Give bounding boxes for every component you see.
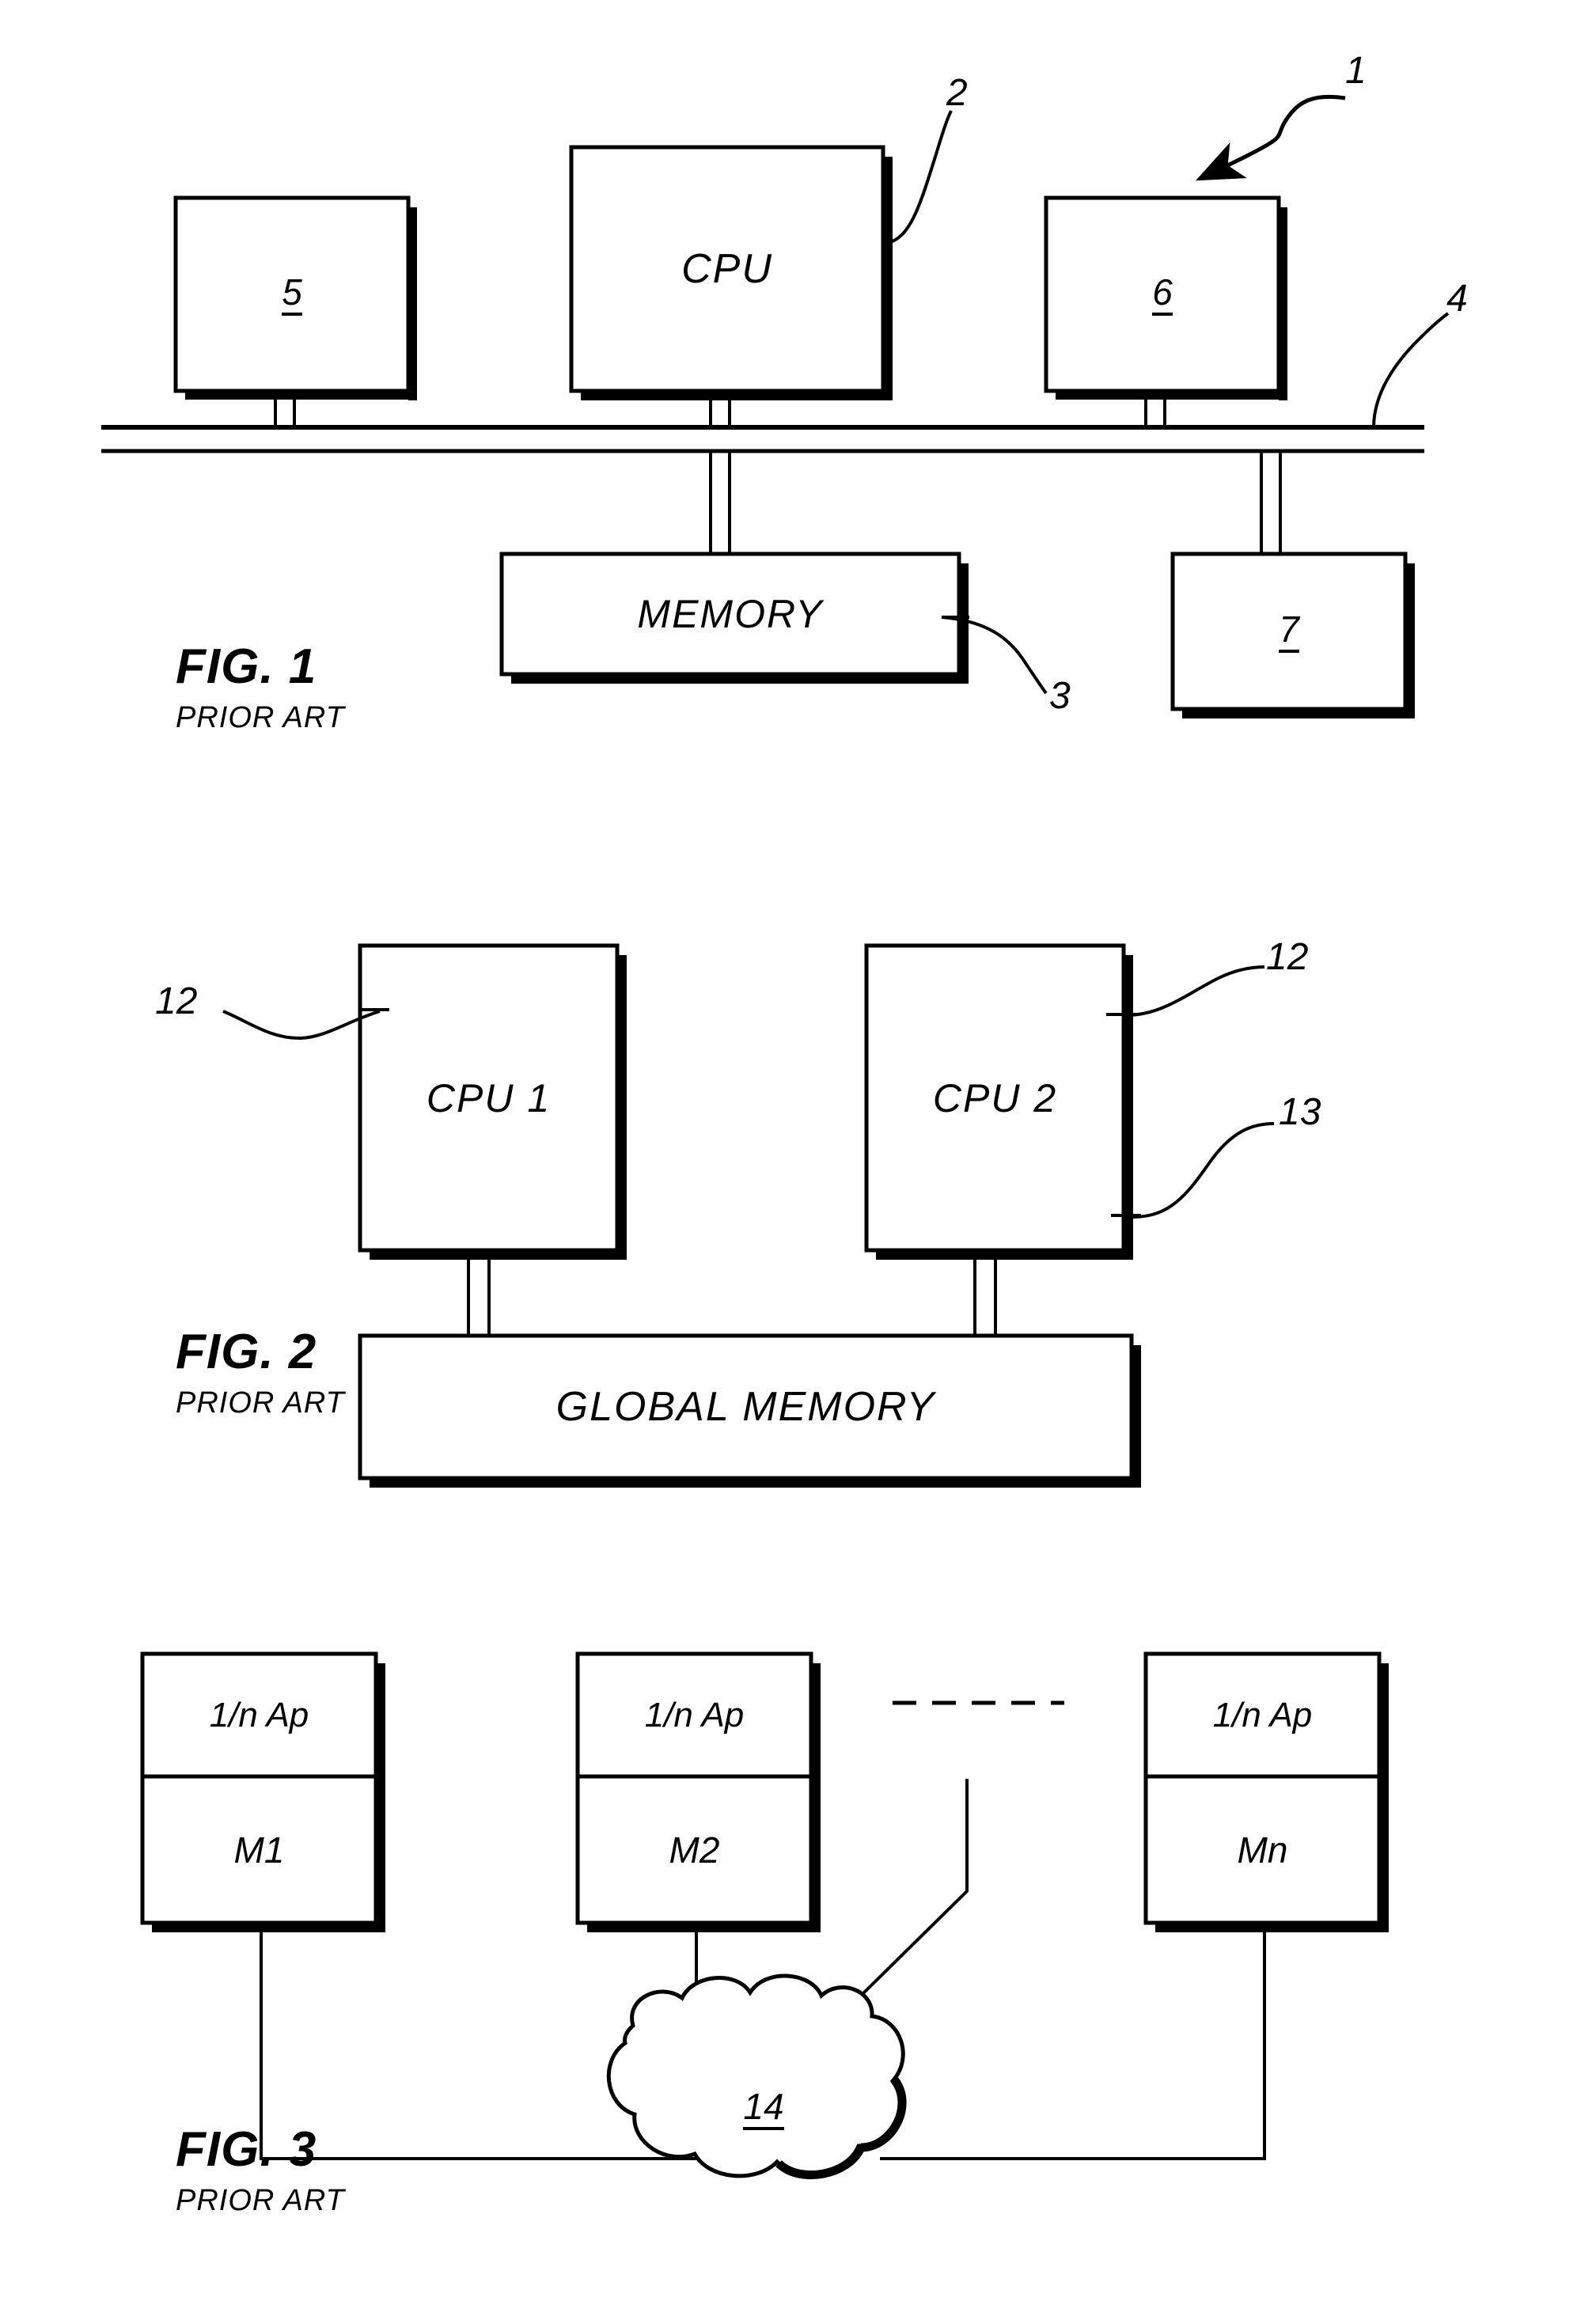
figure-2-caption: FIG. 2 PRIOR ART xyxy=(176,1325,345,1420)
network-cloud-label: 14 xyxy=(743,2087,784,2131)
figure-1-caption: FIG. 1 PRIOR ART xyxy=(176,639,345,734)
module-m1-bottom-wrap: M1 xyxy=(142,1776,376,1923)
ref-numeral-4: 4 xyxy=(1446,278,1468,320)
module-mn-top-label: 1/n Ap xyxy=(1212,1695,1313,1734)
leader-ref-14 xyxy=(861,1779,969,1996)
module-mn-bottom-label: Mn xyxy=(1237,1829,1288,1871)
figure-1-subtitle: PRIOR ART xyxy=(176,701,345,734)
module-mn-top-wrap: 1/n Ap xyxy=(1146,1654,1379,1776)
block-cpu-2-label: CPU 2 xyxy=(932,1075,1058,1120)
block-peripheral-6-label-wrap: 6 xyxy=(1046,198,1279,391)
block-memory-label: MEMORY xyxy=(637,592,824,636)
leader-ref-1 xyxy=(1195,94,1346,181)
ref-numeral-2: 2 xyxy=(946,72,968,114)
ref-numeral-12-left: 12 xyxy=(155,980,198,1022)
leader-ref-2 xyxy=(887,110,953,245)
ref-numeral-13: 13 xyxy=(1279,1091,1321,1133)
block-cpu-label-wrap: CPU xyxy=(571,147,883,391)
block-cpu-2-label-wrap: CPU 2 xyxy=(866,946,1124,1250)
figure-3-caption: FIG. 3 PRIOR ART xyxy=(176,2125,345,2216)
figure-3-title: FIG. 3 xyxy=(176,2122,317,2177)
module-m1-bottom-label: M1 xyxy=(233,1829,285,1871)
module-m2-bottom-label: M2 xyxy=(669,1829,720,1871)
block-memory-label-wrap: MEMORY xyxy=(502,554,959,674)
ref-numeral-3: 3 xyxy=(1049,675,1071,717)
block-global-memory-label: GLOBAL MEMORY xyxy=(555,1384,936,1430)
block-global-memory-label-wrap: GLOBAL MEMORY xyxy=(360,1336,1132,1478)
figure-2-subtitle: PRIOR ART xyxy=(176,1386,345,1420)
block-peripheral-5-label: 5 xyxy=(282,273,302,317)
module-m2-top-label: 1/n Ap xyxy=(644,1695,745,1734)
module-m1-top-label: 1/n Ap xyxy=(209,1695,309,1734)
patent-drawing-sheet: 5 CPU 6 MEMORY 7 1 2 3 4 FIG. 1 PRIOR AR… xyxy=(0,0,1581,2324)
block-cpu-1-label: CPU 1 xyxy=(426,1075,552,1120)
module-m2-bottom-wrap: M2 xyxy=(578,1776,811,1923)
ref-numeral-1: 1 xyxy=(1345,50,1367,92)
leader-ref-13 xyxy=(1111,1122,1275,1219)
system-bus-4 xyxy=(101,425,1424,453)
module-m1-top-wrap: 1/n Ap xyxy=(142,1654,376,1776)
block-cpu-1-label-wrap: CPU 1 xyxy=(360,946,617,1250)
figure-3-subtitle: PRIOR ART xyxy=(176,2184,345,2217)
block-cpu-label: CPU xyxy=(681,246,773,292)
block-peripheral-7-label-wrap: 7 xyxy=(1173,554,1405,709)
ref-numeral-12-right: 12 xyxy=(1266,936,1309,978)
block-peripheral-6-label: 6 xyxy=(1152,273,1173,317)
module-m2-top-wrap: 1/n Ap xyxy=(578,1654,811,1776)
leader-ref-4 xyxy=(1372,312,1450,428)
network-cloud-label-wrap: 14 xyxy=(633,2034,894,2184)
figure-1-title: FIG. 1 xyxy=(176,639,317,694)
block-peripheral-5-label-wrap: 5 xyxy=(176,198,408,391)
block-peripheral-7-label: 7 xyxy=(1279,610,1299,654)
module-mn-bottom-wrap: Mn xyxy=(1146,1776,1379,1923)
figure-2-title: FIG. 2 xyxy=(176,1325,317,1379)
